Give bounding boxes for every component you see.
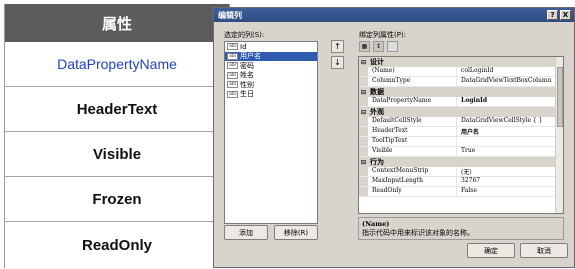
property-row[interactable]: DefaultCellStyle DataGridViewCellStyle { …	[359, 117, 563, 127]
bound-props-label: 绑定列属性(P):	[359, 31, 407, 39]
column-name: 性别	[240, 80, 254, 89]
textbox-column-icon: abl	[227, 81, 238, 89]
property-grid-scrollbar[interactable]	[555, 57, 563, 213]
list-item[interactable]: abl 姓名	[225, 71, 317, 81]
collapse-icon[interactable]: ⊟	[359, 107, 368, 117]
attribute-row-visible: Visible	[5, 132, 229, 177]
collapse-icon[interactable]: ⊟	[359, 57, 368, 67]
screenshot-root: 属性 DataPropertyName HeaderText Visible F…	[0, 0, 575, 268]
remove-button[interactable]: 移除(R)	[274, 225, 318, 240]
list-item-selected[interactable]: abl 用户名	[225, 51, 317, 61]
property-description: (Name) 指示代码中用来标识该对象的名称。	[358, 217, 564, 240]
add-button[interactable]: 添加	[224, 225, 268, 240]
move-up-button[interactable]: ↑	[331, 40, 344, 53]
description-text: 指示代码中用来标识该对象的名称。	[362, 229, 474, 237]
close-button[interactable]: X	[560, 10, 571, 20]
attribute-row-readonly: ReadOnly	[81, 237, 153, 254]
ok-button[interactable]: 确定	[467, 243, 515, 258]
column-name: 生日	[240, 90, 254, 99]
title-buttons: ? X	[547, 10, 571, 20]
property-row[interactable]: ColumnType DataGridViewTextBoxColumn	[359, 77, 563, 87]
category-row-behavior[interactable]: ⊟ 行为	[359, 157, 563, 167]
property-row[interactable]: (Name) colLoginId	[359, 67, 563, 77]
textbox-column-icon: abl	[227, 43, 238, 51]
dialog-titlebar: 编辑列	[214, 8, 574, 22]
selected-columns-list[interactable]: abl Id abl 用户名 abl 密码 abl 姓名 abl 性别 abl 生日	[224, 41, 318, 224]
property-pages-icon[interactable]	[387, 41, 398, 52]
attribute-table: 属性 DataPropertyName HeaderText Visible F…	[4, 4, 230, 268]
column-name: Id	[240, 42, 247, 51]
attribute-row-datapropertyname: DataPropertyName	[5, 42, 229, 87]
textbox-column-icon: abl	[227, 52, 238, 60]
dialog-title: 编辑列	[218, 10, 242, 20]
edit-columns-dialog: 编辑列 ? X 选定的列(S): abl Id abl 用户名 abl 密码 abl 姓…	[213, 7, 575, 268]
description-title: (Name)	[362, 220, 390, 228]
list-item[interactable]: abl 生日	[225, 90, 317, 100]
property-row[interactable]: MaxInputLength 32767	[359, 177, 563, 187]
category-row-data[interactable]: ⊟ 数据	[359, 87, 563, 97]
selected-columns-label: 选定的列(S):	[224, 31, 265, 39]
list-item[interactable]: abl 性别	[225, 80, 317, 90]
category-row-appearance[interactable]: ⊟ 外观	[359, 107, 563, 117]
textbox-column-icon: abl	[227, 62, 238, 70]
property-grid[interactable]: ⊟ 设计 (Name) colLoginId ColumnType DataGridV…	[358, 56, 564, 214]
textbox-column-icon: abl	[227, 90, 238, 98]
attribute-row-frozen: Frozen	[5, 177, 229, 222]
property-toolbar: ▦ ↕	[359, 41, 407, 53]
category-row-design[interactable]: ⊟ 设计	[359, 57, 563, 67]
categorized-icon[interactable]: ▦	[359, 41, 370, 52]
column-name: 密码	[240, 61, 254, 70]
move-down-button[interactable]: ↓	[331, 56, 344, 69]
column-name: 姓名	[240, 71, 254, 80]
list-item[interactable]: abl 密码	[225, 61, 317, 71]
property-row[interactable]: ToolTipText	[359, 137, 563, 147]
cancel-button[interactable]: 取消	[520, 243, 568, 258]
property-row[interactable]: ContextMenuStrip (无)	[359, 167, 563, 177]
attribute-row-headertext: HeaderText	[5, 87, 229, 132]
collapse-icon[interactable]: ⊟	[359, 157, 368, 167]
attribute-table-header: 属性	[5, 4, 229, 42]
textbox-column-icon: abl	[227, 71, 238, 79]
alphabetical-icon[interactable]: ↕	[373, 41, 384, 52]
property-row[interactable]: HeaderText 用户名	[359, 127, 563, 137]
collapse-icon[interactable]: ⊟	[359, 87, 368, 97]
help-button[interactable]: ?	[547, 10, 558, 20]
property-row[interactable]: Visible True	[359, 147, 563, 157]
property-row[interactable]: ReadOnly False	[359, 187, 563, 197]
column-name: 用户名	[240, 52, 261, 61]
list-item[interactable]: abl Id	[225, 42, 317, 52]
property-row[interactable]: DataPropertyName LoginId	[359, 97, 563, 107]
scrollbar-thumb[interactable]	[557, 67, 563, 127]
